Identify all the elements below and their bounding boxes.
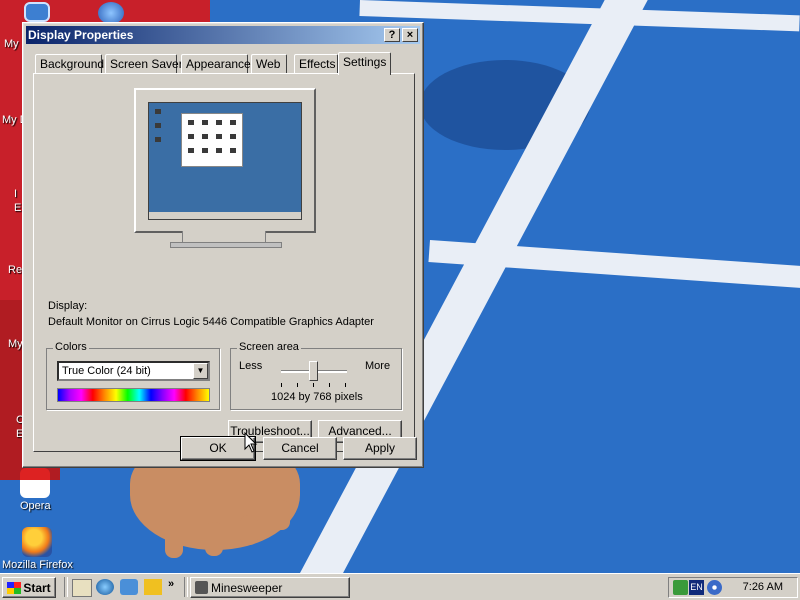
desktop-icon-label[interactable]: My <box>4 38 19 50</box>
mini-taskbar <box>149 212 301 219</box>
taskbar-item-minesweeper[interactable]: Minesweeper <box>190 577 350 598</box>
display-properties-window: Display Properties ? × Background Screen… <box>22 22 424 468</box>
opera-icon <box>20 468 50 498</box>
mini-window <box>181 113 243 167</box>
mini-icon <box>216 134 222 139</box>
settings-panel: Display: Default Monitor on Cirrus Logic… <box>33 73 415 452</box>
desktop-icon-label[interactable]: I <box>14 188 17 200</box>
mini-icon <box>216 120 222 125</box>
wallpaper-finger <box>240 515 258 545</box>
wallpaper-finger <box>165 520 183 558</box>
colors-dropdown-value: True Color (24 bit) <box>62 365 151 377</box>
tab-settings[interactable]: Settings <box>338 52 391 75</box>
slider-more-label: More <box>365 360 391 372</box>
screen-area-group-title: Screen area <box>237 341 301 353</box>
mini-icon <box>216 148 222 153</box>
media-player-icon[interactable] <box>144 579 162 595</box>
mini-icon <box>188 148 194 153</box>
taskbar-item-label: Minesweeper <box>211 581 283 595</box>
wallpaper-lane-line <box>359 0 800 32</box>
slider-tick <box>281 383 282 387</box>
tab-background[interactable]: Background <box>35 54 104 73</box>
mini-icon <box>230 120 236 125</box>
desktop-icon-my-computer[interactable] <box>24 2 50 24</box>
computer-icon <box>24 2 50 22</box>
monitor-stand-base <box>170 242 282 248</box>
internet-explorer-icon[interactable] <box>96 579 114 595</box>
chevron-down-icon[interactable]: ▼ <box>193 363 208 379</box>
minesweeper-icon <box>195 581 208 594</box>
color-spectrum-preview <box>57 388 210 402</box>
monitor-screen <box>148 102 302 220</box>
taskbar-separator <box>184 577 188 597</box>
windows-logo-icon <box>7 582 22 594</box>
desktop-icon-label[interactable]: E <box>14 202 21 214</box>
slider-tick <box>345 383 346 387</box>
apply-button[interactable]: Apply <box>343 437 417 460</box>
colors-group: Colors True Color (24 bit) ▼ <box>46 341 220 410</box>
network-status-icon[interactable] <box>673 580 688 595</box>
slider-less-label: Less <box>239 360 263 372</box>
mini-icon <box>202 120 208 125</box>
start-button[interactable]: Start <box>2 577 56 598</box>
mini-icon <box>188 120 194 125</box>
quick-launch-more-icon[interactable]: » <box>168 578 174 590</box>
monitor-preview <box>134 88 316 233</box>
globe-icon[interactable] <box>707 580 722 595</box>
colors-dropdown[interactable]: True Color (24 bit) ▼ <box>57 361 210 381</box>
wallpaper-finger <box>205 522 223 556</box>
mini-icon <box>202 134 208 139</box>
window-title: Display Properties <box>28 28 134 42</box>
show-desktop-icon[interactable] <box>72 579 92 597</box>
start-label: Start <box>23 581 51 595</box>
help-button[interactable]: ? <box>384 28 400 42</box>
mini-desktop-icon <box>155 109 161 114</box>
taskbar: Start » Minesweeper EN 7:26 AM <box>0 573 800 600</box>
mini-desktop-icon <box>155 137 161 142</box>
tab-appearance[interactable]: Appearance <box>181 54 251 73</box>
colors-group-title: Colors <box>53 341 89 353</box>
screen-area-group: Screen area Less More 1024 by 768 pixels <box>230 341 402 410</box>
window-titlebar[interactable]: Display Properties ? × <box>26 26 420 44</box>
resolution-value: 1024 by 768 pixels <box>271 391 363 403</box>
system-tray: EN 7:26 AM <box>668 577 798 598</box>
screen-area-slider-thumb[interactable] <box>309 361 318 381</box>
slider-tick <box>313 383 314 387</box>
firefox-icon <box>22 527 52 557</box>
mini-icon <box>230 148 236 153</box>
cancel-button[interactable]: Cancel <box>263 437 337 460</box>
tab-effects[interactable]: Effects <box>294 54 338 73</box>
tab-screen-saver[interactable]: Screen Saver <box>105 54 183 73</box>
network-icon <box>98 2 124 24</box>
outlook-express-icon[interactable] <box>120 579 138 595</box>
mini-icon <box>202 148 208 153</box>
desktop-icon-opera[interactable]: Opera <box>20 468 51 512</box>
slider-tick <box>329 383 330 387</box>
tab-web[interactable]: Web <box>251 54 287 73</box>
taskbar-separator <box>64 577 68 597</box>
close-button[interactable]: × <box>402 28 418 42</box>
slider-tick <box>297 383 298 387</box>
desktop-icon-label: Opera <box>20 500 51 512</box>
display-label: Display: <box>48 300 88 312</box>
mouse-cursor-icon <box>244 432 258 453</box>
mini-desktop-icon <box>155 123 161 128</box>
clock[interactable]: 7:26 AM <box>743 581 783 593</box>
mini-icon <box>188 134 194 139</box>
desktop-icon-label[interactable]: Re <box>8 264 22 276</box>
mini-icon <box>230 134 236 139</box>
desktop-icon-label: Mozilla Firefox <box>2 559 73 571</box>
display-adapter-value: Default Monitor on Cirrus Logic 5446 Com… <box>48 316 374 328</box>
desktop-icon-firefox[interactable]: Mozilla Firefox <box>2 527 82 571</box>
desktop-icon-label[interactable]: My <box>8 338 23 350</box>
language-indicator[interactable]: EN <box>689 580 704 595</box>
wallpaper-finger <box>270 500 290 530</box>
